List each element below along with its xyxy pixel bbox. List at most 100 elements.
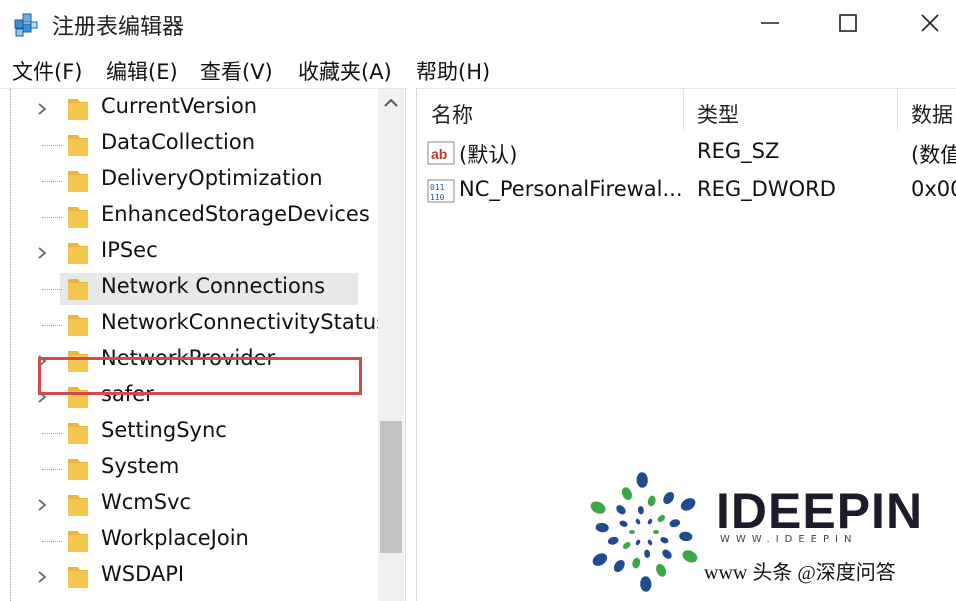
tree-node[interactable]: NetworkConnectivityStatus bbox=[0, 307, 387, 343]
minimize-button[interactable] bbox=[744, 4, 796, 42]
menu-file[interactable]: 文件(F) bbox=[12, 56, 82, 86]
string-value-icon: ab bbox=[427, 141, 455, 165]
spiral-dots-logo bbox=[590, 472, 698, 592]
chevron-right-icon[interactable] bbox=[34, 100, 50, 118]
logo-dot bbox=[635, 518, 641, 525]
folder-icon bbox=[68, 243, 88, 264]
logo-dot bbox=[637, 506, 644, 515]
tree-node-label: Network Connections bbox=[101, 274, 326, 298]
tree-node[interactable]: CurrentVersion bbox=[0, 91, 378, 127]
logo-dot bbox=[619, 520, 628, 527]
title-bar: 注册表编辑器 bbox=[0, 0, 956, 46]
highlight-annotation bbox=[38, 357, 362, 395]
watermark-url: www 头条 @深度问答 bbox=[704, 562, 896, 584]
tree-connector bbox=[42, 541, 62, 542]
tree-node-label: CurrentVersion bbox=[101, 94, 258, 118]
column-divider[interactable] bbox=[897, 89, 898, 131]
tree-node[interactable]: System bbox=[0, 451, 378, 487]
tree-node-label: WSDAPI bbox=[101, 562, 185, 586]
tree-node-label: DataCollection bbox=[101, 130, 256, 154]
logo-dot bbox=[629, 530, 635, 534]
tree-node[interactable]: WSDAPI bbox=[0, 559, 378, 595]
scroll-up-icon[interactable] bbox=[382, 95, 400, 111]
logo-dot bbox=[632, 557, 641, 569]
tree-node-label: EnhancedStorageDevices bbox=[101, 202, 370, 226]
value-row[interactable]: 011 110 NC_PersonalFirewal... REG_DWORD … bbox=[417, 173, 956, 209]
folder-icon bbox=[68, 279, 88, 300]
value-data: (数值 bbox=[911, 143, 956, 167]
tree-node-label: SettingSync bbox=[101, 418, 227, 442]
logo-dot bbox=[662, 549, 672, 559]
value-name: NC_PersonalFirewal... bbox=[459, 177, 683, 201]
svg-text:011: 011 bbox=[430, 183, 445, 192]
tree-connector bbox=[42, 217, 62, 218]
value-type: REG_SZ bbox=[697, 139, 780, 163]
tree-node-label: IPSec bbox=[101, 238, 158, 262]
menu-edit[interactable]: 编辑(E) bbox=[106, 56, 178, 86]
tree-node-label: DeliveryOptimization bbox=[101, 166, 323, 190]
tree-node[interactable]: Network Connections bbox=[0, 271, 378, 307]
tree-connector bbox=[42, 433, 62, 434]
tree-node[interactable]: DataCollection bbox=[0, 127, 378, 163]
tree-connector bbox=[42, 145, 62, 146]
watermark: IDEEPIN WWW.IDEEPIN www 头条 @深度问答 bbox=[580, 468, 956, 600]
logo-dot bbox=[679, 531, 693, 542]
logo-dot bbox=[660, 537, 669, 544]
tree-node[interactable]: EnhancedStorageDevices bbox=[0, 199, 378, 235]
folder-icon bbox=[68, 567, 88, 588]
logo-dot bbox=[590, 501, 606, 514]
minimize-icon bbox=[761, 22, 779, 24]
window-title: 注册表编辑器 bbox=[52, 15, 185, 40]
scroll-thumb[interactable] bbox=[380, 421, 402, 553]
tree-node-label: WcmSvc bbox=[101, 490, 192, 514]
menu-view[interactable]: 查看(V) bbox=[200, 56, 273, 86]
menu-favorites[interactable]: 收藏夹(A) bbox=[298, 56, 392, 86]
logo-dot bbox=[621, 487, 632, 500]
column-header-name[interactable]: 名称 bbox=[431, 99, 473, 129]
tree-node-label: WorkplaceJoin bbox=[101, 526, 249, 550]
menu-bar: 文件(F) 编辑(E) 查看(V) 收藏夹(A) 帮助(H) bbox=[0, 52, 956, 88]
logo-dot bbox=[682, 550, 698, 563]
folder-icon bbox=[68, 99, 88, 120]
close-button[interactable] bbox=[904, 4, 956, 42]
tree-connector bbox=[42, 469, 62, 470]
chevron-right-icon[interactable] bbox=[34, 244, 50, 262]
logo-dot bbox=[647, 495, 656, 507]
tree-node[interactable]: SettingSync bbox=[0, 415, 378, 451]
value-data: 0x00 bbox=[911, 177, 956, 201]
close-icon bbox=[921, 14, 939, 32]
logo-dot bbox=[613, 559, 625, 573]
registry-tree[interactable]: CurrentVersion DataCollection DeliveryOpti… bbox=[0, 88, 406, 601]
tree-node[interactable]: IPSec bbox=[0, 235, 378, 271]
logo-dot bbox=[647, 518, 653, 525]
tree-scrollbar[interactable] bbox=[378, 89, 404, 601]
chevron-right-icon[interactable] bbox=[34, 496, 50, 514]
tree-node[interactable]: WorkplaceJoin bbox=[0, 523, 378, 559]
watermark-tagline: WWW.IDEEPIN bbox=[720, 534, 858, 545]
chevron-right-icon[interactable] bbox=[34, 568, 50, 586]
logo-dot bbox=[669, 519, 681, 528]
menu-help[interactable]: 帮助(H) bbox=[416, 56, 490, 86]
value-name: (默认) bbox=[459, 143, 518, 167]
column-divider[interactable] bbox=[683, 89, 684, 131]
tree-node[interactable]: DeliveryOptimization bbox=[0, 163, 378, 199]
tree-connector bbox=[42, 325, 62, 326]
regedit-icon bbox=[14, 13, 38, 37]
logo-dot bbox=[647, 539, 653, 546]
logo-dot bbox=[592, 553, 608, 566]
logo-dot bbox=[663, 491, 675, 505]
folder-icon bbox=[68, 459, 88, 480]
column-header-type[interactable]: 类型 bbox=[697, 99, 739, 129]
value-row[interactable]: ab (默认) REG_SZ (数值 bbox=[417, 135, 956, 171]
column-header-data[interactable]: 数据 bbox=[911, 99, 953, 129]
logo-dot bbox=[607, 536, 619, 545]
maximize-button[interactable] bbox=[822, 4, 874, 42]
logo-dot bbox=[657, 515, 666, 522]
logo-dot bbox=[635, 539, 641, 546]
svg-text:ab: ab bbox=[431, 146, 447, 162]
tree-node[interactable]: WcmSvc bbox=[0, 487, 378, 523]
folder-icon bbox=[68, 207, 88, 228]
dword-value-icon: 011 110 bbox=[427, 179, 455, 203]
svg-text:110: 110 bbox=[430, 193, 445, 202]
logo-dot bbox=[644, 549, 651, 558]
